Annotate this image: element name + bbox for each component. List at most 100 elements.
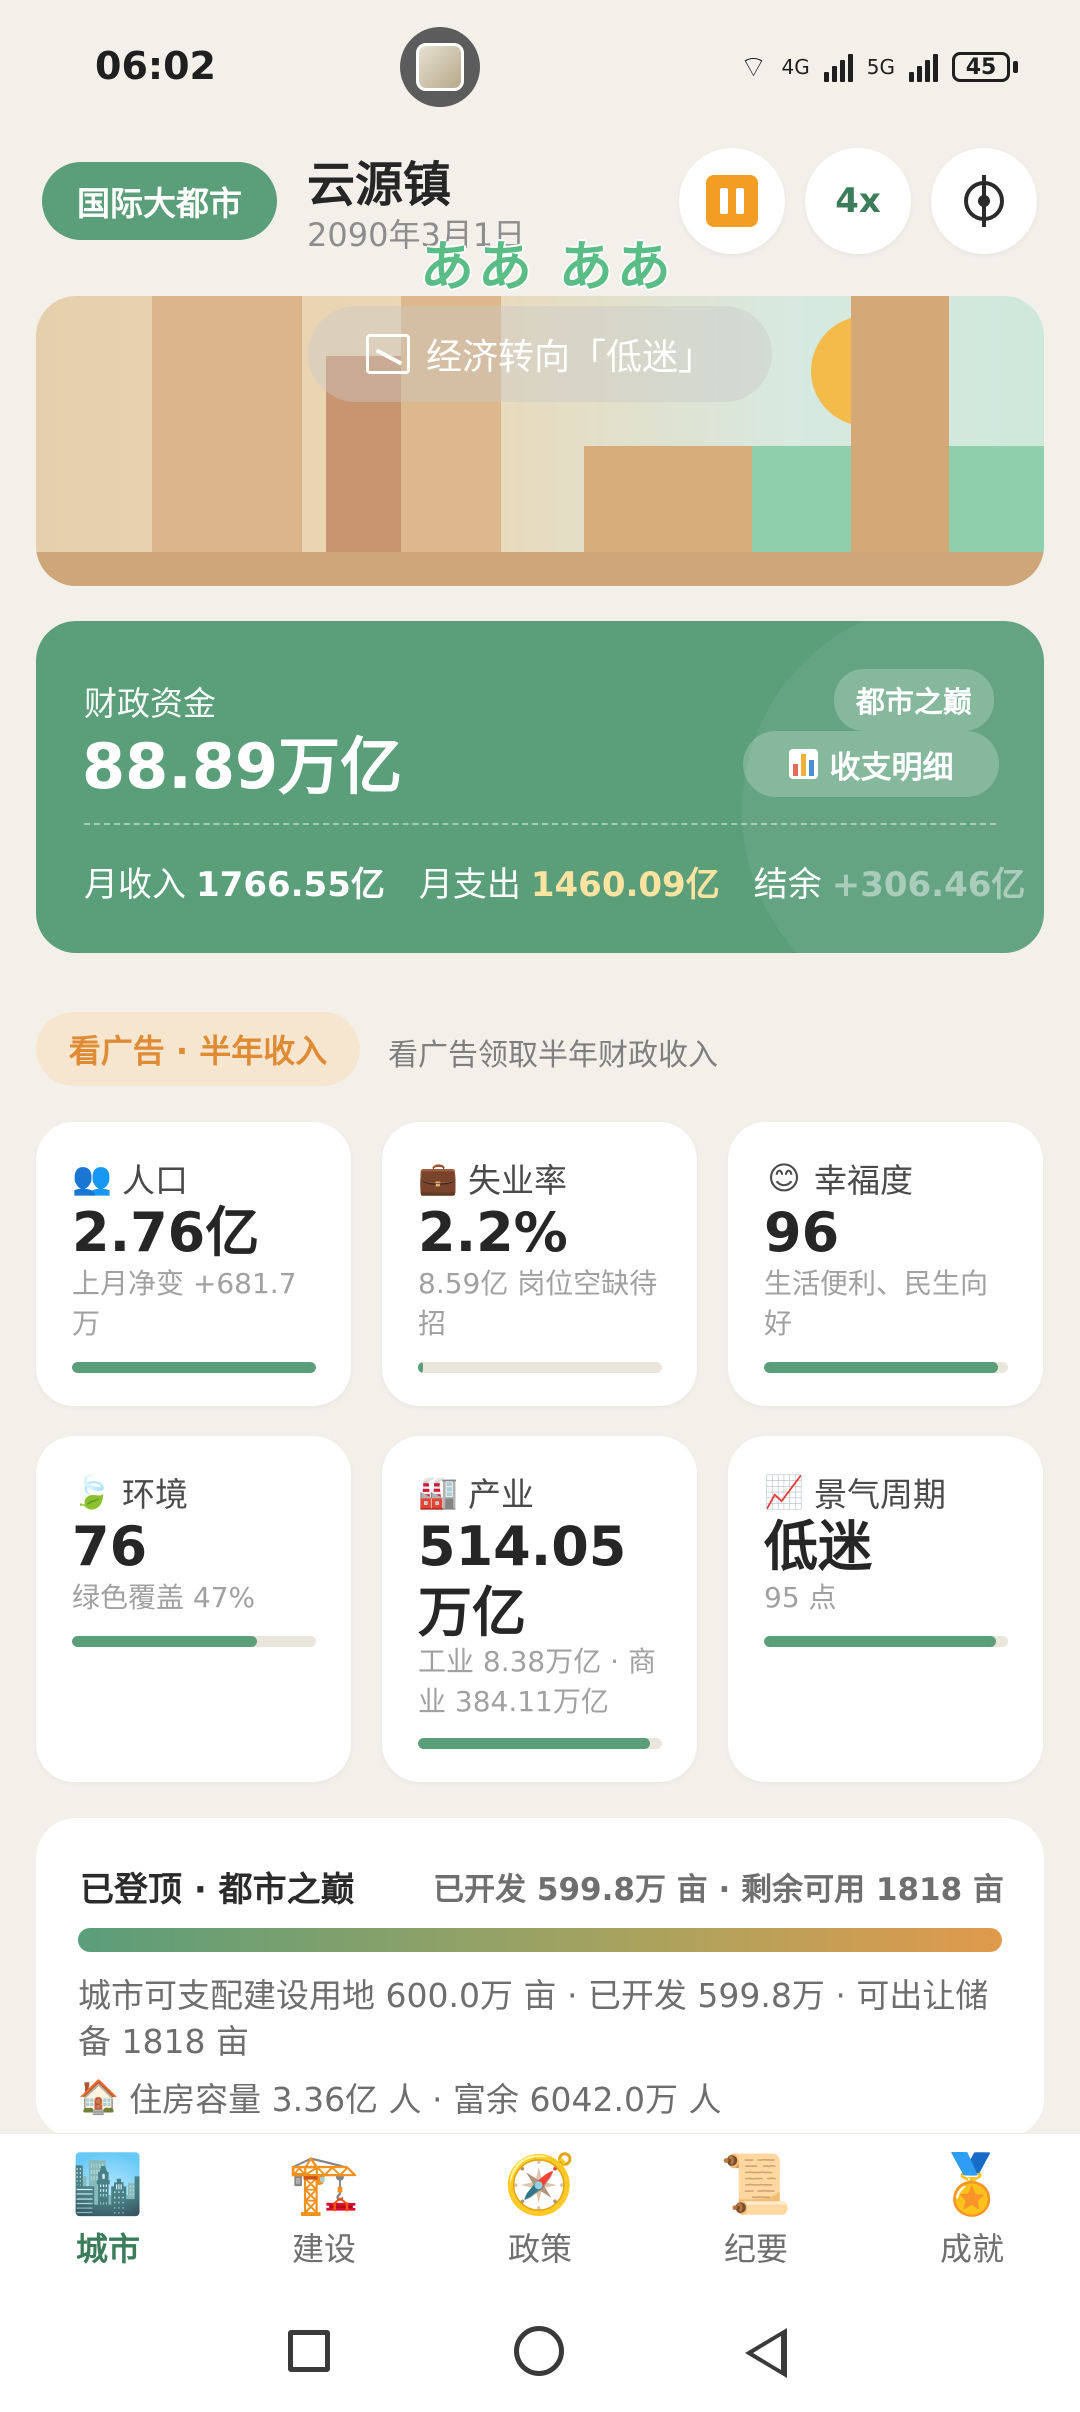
crane-icon: 🏗️	[287, 2150, 361, 2218]
speed-label: 4x	[835, 181, 881, 221]
city-icon: 🏙️	[71, 2150, 145, 2218]
briefcase-icon: 💼	[418, 1159, 458, 1197]
signal-icon	[909, 52, 938, 82]
nav-build[interactable]: 🏗️ 建设	[234, 2146, 414, 2276]
stat-title: 人口	[122, 1161, 188, 1200]
chart-down-icon	[365, 334, 410, 374]
trend-chart-icon: 📈	[764, 1473, 804, 1511]
settings-button[interactable]	[931, 148, 1037, 254]
income-value: 1766.55亿	[196, 865, 385, 905]
city-tier-tag: 都市之巅	[834, 669, 995, 731]
nav-city[interactable]: 🏙️ 城市	[18, 2146, 198, 2276]
leaf-icon: 🍃	[72, 1473, 112, 1511]
finance-summary: 月收入 1766.55亿 月支出 1460.09亿 结余 +306.46亿	[84, 857, 1044, 906]
nav-policy[interactable]: 🧭 政策	[450, 2146, 630, 2276]
speed-button[interactable]: 4x	[805, 148, 911, 254]
battery-level: 45	[952, 52, 1010, 82]
stat-sub: 生活便利、民生向好	[764, 1267, 989, 1340]
nav-label: 城市	[75, 2230, 140, 2268]
pause-icon	[706, 175, 758, 227]
city-rank-badge[interactable]: 国际大都市	[42, 162, 277, 240]
people-icon: 👥	[72, 1159, 112, 1197]
land-detail: 城市可支配建设用地 600.0万 亩 · 已开发 599.8万 · 可出让储备 …	[78, 1976, 989, 2061]
pause-button[interactable]	[679, 148, 785, 254]
stat-title: 幸福度	[814, 1161, 913, 1200]
nav-label: 建设	[291, 2230, 356, 2268]
gear-icon	[964, 175, 1004, 227]
divider	[84, 823, 996, 825]
stat-title: 产业	[468, 1475, 534, 1514]
wifi-icon: ⌔	[739, 50, 768, 85]
nav-records[interactable]: 📜 纪要	[666, 2146, 846, 2276]
stat-title: 景气周期	[814, 1475, 946, 1514]
stat-sub: 上月净变 +681.7万	[72, 1267, 297, 1340]
stat-value: 96	[764, 1201, 840, 1264]
stat-value: 2.76亿	[72, 1201, 260, 1264]
ad-description: 看广告领取半年财政收入	[388, 1038, 718, 1073]
stat-title: 失业率	[468, 1161, 567, 1200]
economy-toast: 经济转向「低迷」	[308, 306, 772, 402]
stat-card-cycle[interactable]: 📈 景气周期 低迷 95 点	[728, 1436, 1043, 1782]
stat-sub: 绿色覆盖 47%	[72, 1581, 256, 1614]
nav-label: 成就	[939, 2230, 1004, 2268]
stat-progress	[764, 1362, 1008, 1373]
nav-achievements[interactable]: 🏅 成就	[882, 2146, 1062, 2276]
expense-label: 月支出	[418, 865, 521, 905]
bottom-nav: 🏙️ 城市 🏗️ 建设 🧭 政策 📜 纪要 🏅 成就	[0, 2133, 1080, 2288]
recents-button[interactable]	[288, 2330, 330, 2372]
compass-icon: 🧭	[503, 2150, 577, 2218]
stat-title: 环境	[122, 1475, 188, 1514]
house-icon: 🏠	[78, 2077, 120, 2116]
income-label: 月收入	[84, 865, 186, 905]
stat-card-unemployment[interactable]: 💼 失业率 2.2% 8.59亿 岗位空缺待招	[382, 1122, 697, 1406]
system-nav-bar	[0, 2288, 1080, 2412]
stat-progress	[418, 1362, 662, 1373]
land-progress	[78, 1928, 1002, 1952]
expense-value: 1460.09亿	[530, 865, 720, 905]
stat-progress	[72, 1636, 316, 1647]
battery-icon: 45	[952, 52, 1018, 82]
stat-progress	[418, 1738, 662, 1749]
watch-ad-button[interactable]: 看广告 · 半年收入	[36, 1012, 360, 1086]
stat-value: 低迷	[764, 1515, 872, 1578]
stat-value: 514.05万亿	[418, 1515, 627, 1644]
balance-label: 结余	[753, 865, 822, 905]
smile-icon: 😊	[767, 1159, 801, 1197]
scroll-icon: 📜	[719, 2150, 793, 2218]
finance-value: 88.89万亿	[82, 730, 403, 803]
medal-icon: 🏅	[935, 2150, 1009, 2218]
stat-progress	[72, 1362, 316, 1373]
income-detail-label: 收支明细	[829, 749, 954, 786]
housing-text: 住房容量 3.36亿 人 · 富余 6042.0万 人	[129, 2080, 722, 2119]
status-time: 06:02	[95, 44, 216, 88]
nav-label: 政策	[507, 2230, 572, 2268]
balance-value: +306.46亿	[831, 865, 1026, 905]
nav-label: 纪要	[723, 2230, 788, 2268]
factory-icon: 🏭	[418, 1473, 458, 1511]
stat-card-population[interactable]: 👥 人口 2.76亿 上月净变 +681.7万	[36, 1122, 351, 1406]
stat-progress	[764, 1636, 1008, 1647]
land-title: 已登顶 · 都市之巅	[80, 1870, 355, 1910]
app-avatar	[400, 27, 480, 107]
signal-icon	[823, 52, 853, 82]
finance-card: 财政资金 88.89万亿 都市之巅 收支明细 月收入 1766.55亿 月支出 …	[36, 621, 1044, 953]
stat-card-industry[interactable]: 🏭 产业 514.05万亿 工业 8.38万亿 · 商业 384.11万亿	[382, 1436, 697, 1782]
city-name: 云源镇	[307, 157, 452, 213]
stat-value: 76	[72, 1515, 148, 1578]
stat-sub: 工业 8.38万亿 · 商业 384.11万亿	[418, 1645, 656, 1718]
bar-chart-icon	[788, 749, 818, 779]
land-card[interactable]: 已登顶 · 都市之巅 已开发 599.8万 亩 · 剩余可用 1818 亩 城市…	[36, 1818, 1044, 2138]
stat-card-environment[interactable]: 🍃 环境 76 绿色覆盖 47%	[36, 1436, 351, 1782]
land-summary: 已开发 599.8万 亩 · 剩余可用 1818 亩	[433, 1872, 1004, 1908]
income-detail-button[interactable]: 收支明细	[743, 731, 999, 797]
status-icons: ⌔ 4G 5G 45	[739, 48, 1018, 86]
net2-label: 5G	[866, 55, 895, 79]
stat-card-happiness[interactable]: 😊 幸福度 96 生活便利、民生向好	[728, 1122, 1043, 1406]
net1-label: 4G	[781, 55, 810, 79]
status-bar: 06:02 ⌔ 4G 5G 45	[0, 0, 1080, 135]
stat-sub: 95 点	[764, 1581, 837, 1614]
toast-text: 经济转向「低迷」	[425, 337, 714, 378]
back-button[interactable]	[745, 2328, 787, 2378]
stat-sub: 8.59亿 岗位空缺待招	[418, 1267, 658, 1340]
home-button[interactable]	[514, 2326, 564, 2376]
